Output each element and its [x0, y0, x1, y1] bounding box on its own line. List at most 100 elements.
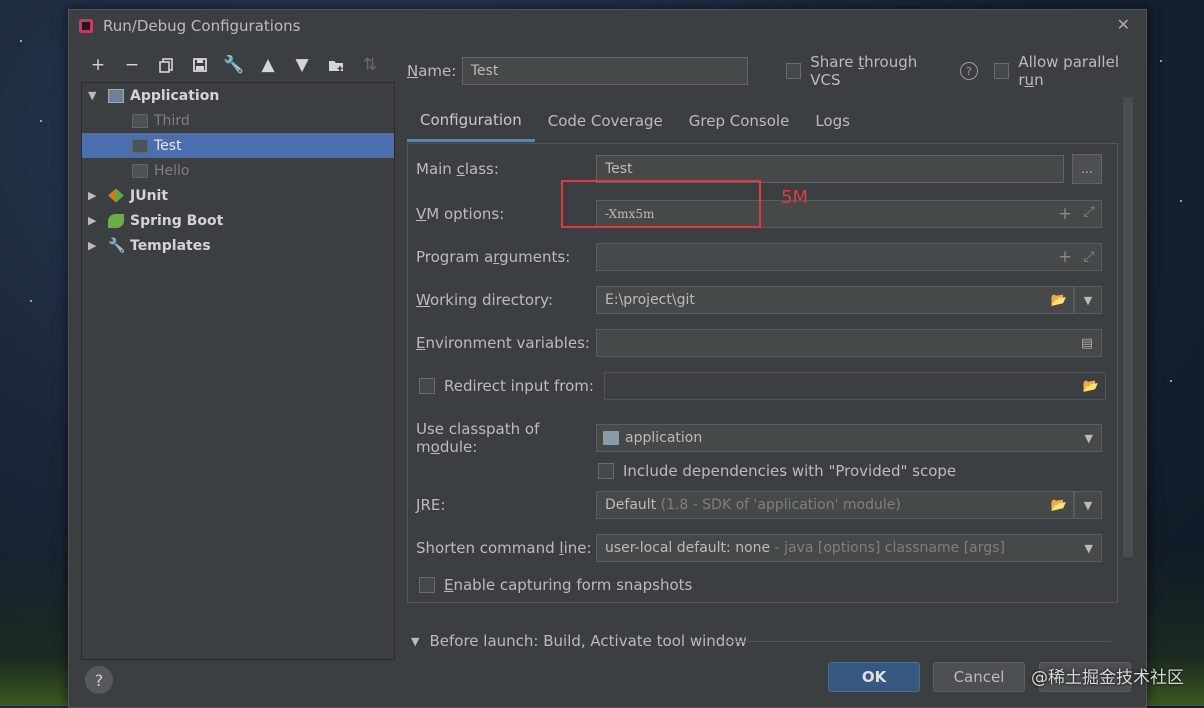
shorten-hint: - java [options] classname [args]	[774, 540, 1005, 556]
working-dir-label: Working directory:	[416, 291, 554, 309]
jre-dropdown[interactable]: ▼	[1074, 491, 1102, 519]
allow-parallel-label: Allow parallel run	[1018, 53, 1119, 89]
intellij-logo-icon	[79, 19, 93, 33]
spring-boot-icon	[108, 213, 124, 228]
snapshots-row: Enable capturing form snapshots	[416, 576, 692, 594]
tree-node-hello[interactable]: Hello	[82, 158, 394, 183]
edit-list-icon[interactable]: ▤	[1073, 328, 1101, 358]
tree-node-label: Spring Boot	[130, 212, 224, 229]
config-icon	[132, 163, 148, 178]
wrench-icon: 🔧	[108, 237, 126, 254]
redirect-row: Redirect input from: 📂	[416, 372, 1106, 400]
classpath-select[interactable]: application ▼	[596, 424, 1102, 452]
scrollbar[interactable]	[1123, 97, 1133, 557]
tab-logs[interactable]: Logs	[802, 100, 863, 142]
window-title: Run/Debug Configurations	[103, 17, 301, 35]
browse-button[interactable]: ...	[1072, 154, 1102, 184]
config-icon	[132, 113, 148, 128]
tree-node-label: Application	[130, 87, 220, 104]
tree-node-label: JUnit	[130, 187, 169, 204]
folder-icon[interactable]: 📂	[1045, 285, 1073, 315]
working-dir-dropdown[interactable]: ▼	[1074, 286, 1102, 314]
junit-icon	[108, 188, 124, 203]
jre-hint: (1.8 - SDK of 'application' module)	[660, 497, 901, 513]
allow-parallel-checkbox[interactable]	[993, 63, 1010, 79]
tree-toolbar: + − 🔧 ▲ ▼ ⇅	[81, 53, 387, 77]
snapshots-label: Enable capturing form snapshots	[444, 576, 693, 594]
jre-input[interactable]: Default (1.8 - SDK of 'application' modu…	[596, 491, 1074, 519]
copy-icon[interactable]	[149, 53, 183, 77]
name-row: Name: Test Share through VCS ? Allow par…	[407, 53, 1146, 89]
program-args-row: Program arguments: + ⤢	[416, 243, 1102, 271]
shorten-select[interactable]: user-local default: none - java [options…	[596, 534, 1102, 562]
divider	[725, 641, 1111, 642]
chevron-down-icon[interactable]: ▼	[411, 635, 419, 648]
add-icon[interactable]: +	[81, 53, 115, 77]
working-dir-input[interactable]: E:\project\git 📂	[596, 286, 1074, 314]
tree-node-junit[interactable]: ▶ JUnit	[82, 183, 394, 208]
new-folder-icon[interactable]	[319, 53, 353, 77]
wrench-icon[interactable]: 🔧	[217, 53, 251, 77]
help-icon[interactable]: ?	[960, 62, 978, 80]
tree-node-spring-boot[interactable]: ▶ Spring Boot	[82, 208, 394, 233]
expand-icon[interactable]: ⤢	[1077, 204, 1101, 224]
main-class-input[interactable]: Test	[596, 155, 1064, 183]
annotation-box	[561, 180, 761, 228]
move-up-icon[interactable]: ▲	[251, 53, 285, 77]
snapshots-checkbox[interactable]	[419, 577, 435, 593]
share-vcs-checkbox[interactable]	[785, 63, 802, 79]
env-vars-label: Environment variables:	[416, 334, 590, 352]
help-button[interactable]: ?	[85, 666, 113, 694]
folder-icon: 📂	[1082, 378, 1100, 394]
star	[1160, 60, 1162, 62]
collapse-arrow-icon[interactable]: ▶	[88, 239, 98, 252]
remove-icon[interactable]: −	[115, 53, 149, 77]
classpath-value: application	[625, 430, 703, 446]
expand-plus-icon[interactable]: +	[1053, 204, 1077, 224]
annotation-text: 5M	[781, 187, 808, 208]
jre-label: JRE:	[416, 496, 446, 514]
chevron-down-icon: ▼	[1084, 541, 1093, 555]
configuration-panel: Main class: Test ... VM options: -Xmx5m …	[407, 143, 1118, 603]
star	[30, 300, 32, 302]
tree-node-application[interactable]: ▼ Application	[82, 83, 394, 108]
ok-button[interactable]: OK	[828, 662, 920, 692]
tree-node-templates[interactable]: ▶ 🔧 Templates	[82, 233, 394, 258]
share-vcs-label: Share through VCS	[810, 53, 918, 89]
tab-configuration[interactable]: Configuration	[407, 100, 535, 142]
module-folder-icon	[603, 431, 619, 445]
before-launch-section[interactable]: ▼ Before launch: Build, Activate tool wi…	[411, 632, 747, 650]
tab-grep-console[interactable]: Grep Console	[676, 100, 803, 142]
title-bar: Run/Debug Configurations	[69, 10, 1146, 42]
expand-plus-icon[interactable]: +	[1053, 247, 1077, 267]
program-args-input[interactable]: + ⤢	[596, 243, 1102, 271]
shorten-row: Shorten command line: user-local default…	[416, 534, 1102, 562]
env-vars-input[interactable]: ▤	[596, 329, 1102, 357]
collapse-arrow-icon[interactable]: ▶	[88, 189, 98, 202]
expand-arrow-icon[interactable]: ▼	[88, 89, 98, 102]
tree-node-label: Test	[154, 137, 182, 154]
star	[20, 40, 22, 42]
star	[40, 120, 42, 122]
tree-node-test[interactable]: Test	[82, 133, 394, 158]
tab-bar: Configuration Code Coverage Grep Console…	[407, 100, 863, 142]
cancel-button[interactable]: Cancel	[933, 662, 1025, 692]
folder-icon[interactable]: 📂	[1045, 490, 1073, 520]
sort-icon: ⇅	[362, 55, 378, 75]
include-deps-checkbox[interactable]	[598, 463, 614, 479]
application-icon	[108, 88, 124, 103]
collapse-arrow-icon[interactable]: ▶	[88, 214, 98, 227]
classpath-label: Use classpath of module:	[416, 420, 540, 456]
tree-node-third[interactable]: Third	[82, 108, 394, 133]
redirect-checkbox[interactable]	[419, 378, 435, 394]
save-icon[interactable]	[183, 53, 217, 77]
classpath-row: Use classpath of module: application ▼	[416, 420, 1102, 456]
tree-node-label: Third	[154, 112, 190, 129]
tab-code-coverage[interactable]: Code Coverage	[535, 100, 676, 142]
move-down-icon[interactable]: ▼	[285, 53, 319, 77]
main-class-label: Main class:	[416, 160, 499, 178]
expand-icon[interactable]: ⤢	[1077, 249, 1101, 265]
jre-row: JRE: Default (1.8 - SDK of 'application'…	[416, 491, 1102, 519]
close-button[interactable]: ✕	[1117, 15, 1130, 34]
name-input[interactable]: Test	[461, 57, 748, 85]
